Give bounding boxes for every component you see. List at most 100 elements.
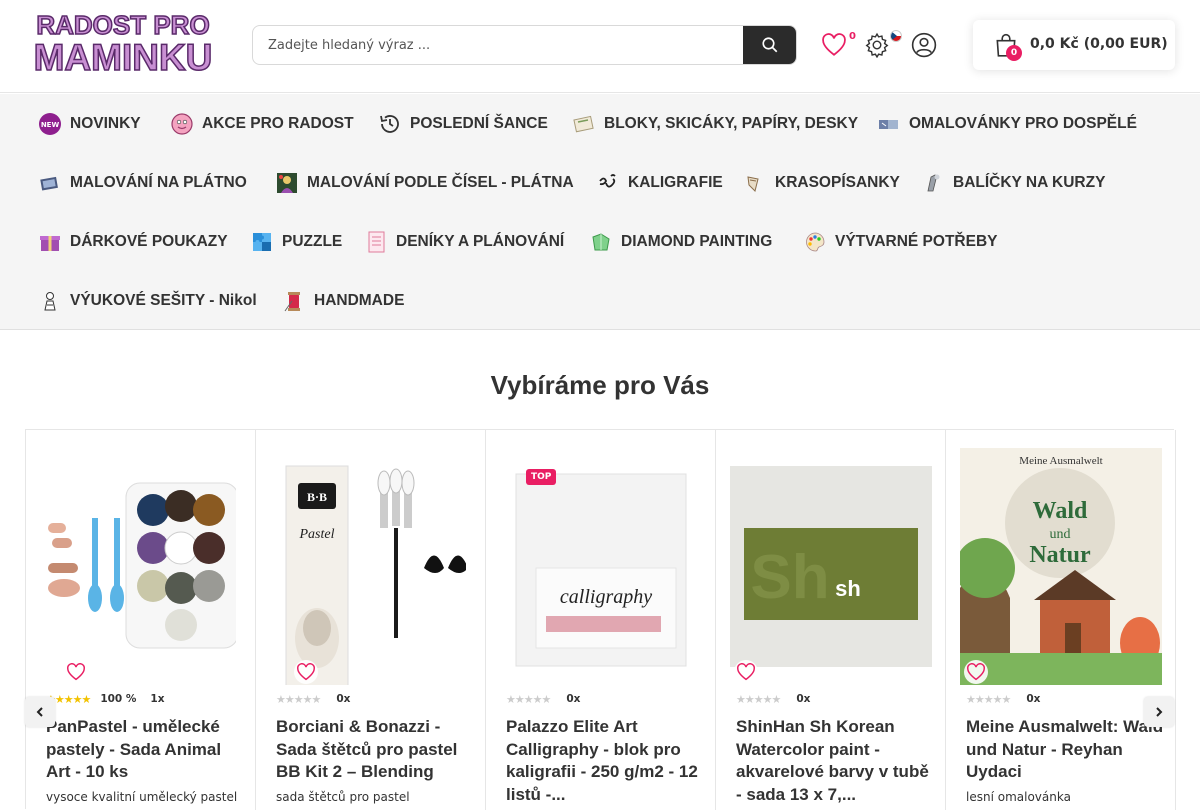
carousel-next-button[interactable] [1144,697,1174,727]
brand-text: sh [835,576,861,601]
svg-text:Sh: Sh [750,543,829,612]
nav-item-deniky[interactable]: DENÍKY A PLÁNOVÁNÍ [364,212,564,271]
nav-label: DIAMOND PAINTING [621,232,773,250]
product-card[interactable]: Sh sh ★★★★★ 0x ShinHan Sh Korean Waterco… [716,430,946,810]
nav-item-krasopisanky[interactable]: KRASOPÍSANKY [743,153,900,212]
heart-icon [822,33,846,56]
nav-label: KALIGRAFIE [628,173,723,191]
gift-icon [38,230,62,254]
nav-item-malovani-podle-cisel[interactable]: MALOVÁNÍ PODLE ČÍSEL - PLÁTNA [275,153,574,212]
product-title[interactable]: ShinHan Sh Korean Watercolor paint - akv… [736,716,936,806]
cart-count-badge: 0 [1006,45,1022,61]
product-rating: ★★★★★ 0x [736,692,810,706]
product-carousel: ★★★★★ 100 % 1x PanPastel - umělecké past… [25,429,1176,810]
nav-row: DÁRKOVÉ POUKAZY PUZZLE DENÍKY A PLÁNOVÁN… [0,212,1200,271]
logo-line-2: MAMINKU [33,37,213,78]
nav-label: PUZZLE [282,232,343,250]
product-image[interactable]: calligraphy TOP [506,448,696,685]
nav-item-akce[interactable]: AKCE PRO RADOST [170,94,354,153]
nav-label: BALÍČKY NA KURZY [953,173,1106,191]
nav-item-bloky[interactable]: BLOKY, SKICÁKY, PAPÍRY, DESKY [572,94,858,153]
rating-count: 0x [566,693,581,705]
course-package-icon [921,171,945,195]
search-button[interactable] [743,26,796,64]
nav-item-handmade[interactable]: HANDMADE [282,271,404,330]
site-logo[interactable]: RADOST PRO MAMINKU [28,11,218,78]
favorites-button[interactable] [819,30,849,60]
cart-button[interactable]: 0 0,0 Kč (0,00 EUR) [973,20,1175,70]
carousel-prev-button[interactable] [25,697,55,727]
nav-item-omalovanky[interactable]: OMALOVÁNKY PRO DOSPĚLÉ [877,94,1137,153]
star-rating-icon: ★★★★★ [276,692,321,706]
nav-item-diamond-painting[interactable]: DIAMOND PAINTING [589,212,772,271]
favorites-count: 0 [849,31,856,42]
nav-item-malovani-platno[interactable]: MALOVÁNÍ NA PLÁTNO [38,153,247,212]
account-button[interactable] [909,30,939,60]
cover-title-2: und [1050,527,1071,542]
product-rating: ★★★★★ 0x [506,692,580,706]
product-rating: ★★★★★ 100 % 1x [46,692,165,706]
product-image[interactable]: Sh sh [730,448,932,685]
product-image[interactable] [46,448,236,685]
product-description: lesní omalovánka [966,790,1071,804]
nav-item-vytvarne-potreby[interactable]: VÝTVARNÉ POTŘEBY [803,212,998,271]
search-bar [252,25,797,65]
nav-row: NEW NOVINKY AKCE PRO RADOST POSLEDNÍ ŠAN… [0,94,1200,153]
product-image[interactable]: B·B Pastel [276,448,466,685]
cover-title-3: Natur [1029,542,1091,568]
product-image[interactable]: Meine Ausmalwelt Wald und Natur [960,448,1162,685]
calligraphy-text: calligraphy [560,586,652,608]
label-text: Pastel [299,527,335,542]
product-title[interactable]: Borciani & Bonazzi - Sada štětců pro pas… [276,716,476,784]
product-description: sada štětců pro pastel [276,790,410,804]
rating-count: 0x [336,693,351,705]
nav-item-puzzle[interactable]: PUZZLE [250,212,342,271]
nav-item-posledni-sance[interactable]: POSLEDNÍ ŠANCE [378,94,548,153]
thread-icon [282,289,306,313]
rating-count: 0x [796,693,811,705]
search-input[interactable] [253,26,745,64]
nav-item-darkove-poukazy[interactable]: DÁRKOVÉ POUKAZY [38,212,228,271]
rating-count: 0x [1026,693,1041,705]
nav-label: OMALOVÁNKY PRO DOSPĚLÉ [909,114,1137,132]
diamond-icon [589,230,613,254]
product-card[interactable]: B·B Pastel ★★★★★ 0x Borciani & Bonazzi -… [256,430,486,810]
nav-item-vyukove-sesity[interactable]: VÝUKOVÉ SEŠITY - Nikol [38,271,257,330]
star-rating-icon: ★★★★★ [966,692,1011,706]
svg-text:NEW: NEW [41,121,60,129]
nav-label: POSLEDNÍ ŠANCE [410,114,548,132]
heart-icon [967,663,985,681]
canvas-icon [38,171,62,195]
settings-button[interactable] [862,30,892,60]
chevron-right-icon [1156,707,1163,717]
pen-icon [743,171,767,195]
heart-icon [67,663,85,681]
product-title[interactable]: Palazzo Elite Art Calligraphy - blok pro… [506,716,706,806]
product-rating: ★★★★★ 0x [966,692,1040,706]
nav-label: HANDMADE [314,291,405,309]
nav-item-kaligrafie[interactable]: KALIGRAFIE [596,153,723,212]
czech-flag-icon[interactable] [890,30,902,42]
product-card[interactable]: ★★★★★ 100 % 1x PanPastel - umělecké past… [26,430,256,810]
add-to-favorites-button[interactable] [64,660,88,684]
product-card[interactable]: calligraphy TOP ★★★★★ 0x Palazzo Elite A… [486,430,716,810]
history-icon [378,112,402,136]
nav-row: VÝUKOVÉ SEŠITY - Nikol HANDMADE [0,271,1200,330]
add-to-favorites-button[interactable] [964,660,988,684]
nav-label: VÝUKOVÉ SEŠITY - Nikol [70,291,257,309]
calligraphy-icon [596,171,620,195]
nav-label: VÝTVARNÉ POTŘEBY [835,232,998,250]
workbook-icon [38,289,62,313]
cover-header-text: Meine Ausmalwelt [1019,455,1102,467]
product-card[interactable]: Meine Ausmalwelt Wald und Natur ★★★★★ 0x… [946,430,1176,810]
add-to-favorites-button[interactable] [294,660,318,684]
nav-item-novinky[interactable]: NEW NOVINKY [38,94,141,153]
brand-text: B·B [307,490,327,504]
nav-item-balicky[interactable]: BALÍČKY NA KURZY [921,153,1105,212]
product-title[interactable]: Meine Ausmalwelt: Wald und Natur - Reyha… [966,716,1166,784]
add-to-favorites-button[interactable] [734,660,758,684]
nav-label: BLOKY, SKICÁKY, PAPÍRY, DESKY [604,114,859,132]
nav-label: DÁRKOVÉ POUKAZY [70,232,228,250]
search-icon [761,37,777,53]
product-title[interactable]: PanPastel - umělecké pastely - Sada Anim… [46,716,246,784]
